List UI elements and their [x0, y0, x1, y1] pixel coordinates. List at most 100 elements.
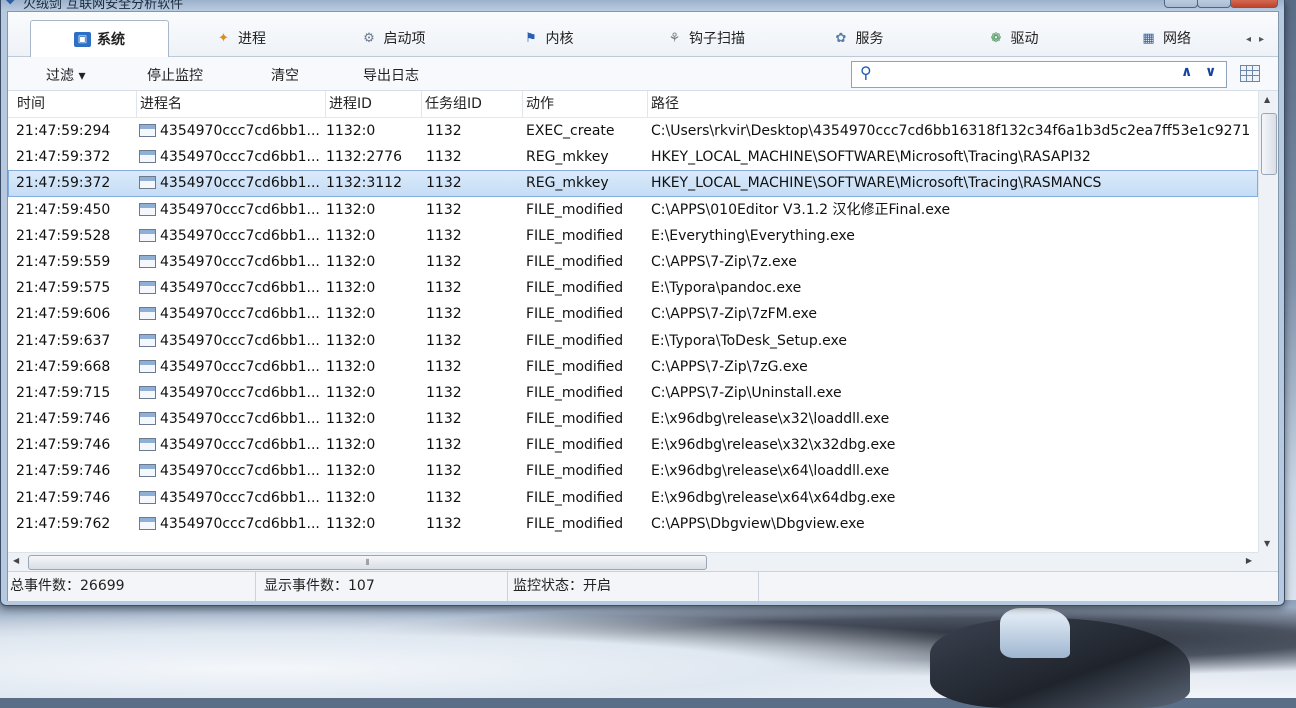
cell-task-group-id: 1132	[426, 275, 522, 301]
cell-pid: 1132:0	[326, 301, 422, 327]
cell-pid-text: 1132:0	[326, 201, 376, 218]
scroll-left-icon[interactable]: ◀	[13, 556, 19, 565]
cell-task-group-id-text: 1132	[426, 358, 462, 375]
shown-events: 显示事件数：107	[264, 572, 508, 601]
tab-bar: ▣ 系统 ✦ 进程 ⚙ 启动项 ⚑ 内核 ⚘ 钩子扫描 ✿ 服务 ❁ 驱动 ▦ …	[8, 12, 1278, 58]
cell-path: C:\APPS\7-Zip\7z.exe	[651, 249, 1258, 275]
cell-task-group-id-text: 1132	[426, 201, 462, 218]
cell-path: E:\Everything\Everything.exe	[651, 223, 1258, 249]
total-events: 总事件数：26699	[10, 572, 256, 601]
cell-pid-text: 1132:0	[326, 437, 376, 454]
process-window-icon	[139, 202, 156, 216]
cell-process-name: 4354970ccc7cd6bb1...	[139, 458, 326, 484]
cell-action: EXEC_create	[526, 118, 648, 144]
cell-time-text: 21:47:59:668	[16, 358, 111, 375]
maximize-button[interactable]	[1197, 0, 1231, 8]
col-pid[interactable]: 进程ID	[326, 91, 422, 117]
table-row[interactable]: 21:47:59:294 4354970ccc7cd6bb1... 1132:0 11…	[8, 118, 1258, 144]
search-prev-icon[interactable]: ∧	[1181, 64, 1192, 80]
tab-hook-scan[interactable]: ⚘ 钩子扫描	[623, 20, 788, 56]
cell-pid-text: 1132:2776	[326, 149, 402, 166]
col-time[interactable]: 时间	[14, 91, 137, 117]
scroll-right-icon[interactable]: ▶	[1246, 556, 1252, 565]
cell-process-name: 4354970ccc7cd6bb1...	[139, 301, 326, 327]
cell-pid-text: 1132:0	[326, 358, 376, 375]
table-row[interactable]: 21:47:59:528 4354970ccc7cd6bb1... 1132:0 11…	[8, 223, 1258, 249]
process-window-icon	[139, 307, 156, 321]
tab-process[interactable]: ✦ 进程	[168, 20, 313, 56]
cell-time: 21:47:59:746	[16, 485, 136, 511]
table-row[interactable]: 21:47:59:637 4354970ccc7cd6bb1... 1132:0 11…	[8, 328, 1258, 354]
minimize-button[interactable]	[1164, 0, 1198, 8]
cell-action: FILE_modified	[526, 432, 648, 458]
horizontal-scrollbar[interactable]: ◀ ⦀ ▶	[8, 552, 1258, 571]
table-row[interactable]: 21:47:59:746 4354970ccc7cd6bb1... 1132:0 11…	[8, 406, 1258, 432]
table-row[interactable]: 21:47:59:762 4354970ccc7cd6bb1... 1132:0 11…	[8, 511, 1258, 537]
table-row[interactable]: 21:47:59:372 4354970ccc7cd6bb1... 1132:311…	[8, 170, 1258, 197]
process-window-icon	[139, 359, 156, 373]
filter-button[interactable]: 过滤 ▾	[46, 65, 85, 85]
cell-time-text: 21:47:59:372	[16, 175, 111, 192]
table-row[interactable]: 21:47:59:746 4354970ccc7cd6bb1... 1132:0 11…	[8, 458, 1258, 484]
process-window-icon	[139, 438, 156, 452]
table-row[interactable]: 21:47:59:668 4354970ccc7cd6bb1... 1132:0 11…	[8, 354, 1258, 380]
col-action[interactable]: 动作	[523, 91, 648, 117]
cell-action-text: FILE_modified	[526, 227, 624, 244]
cell-time-text: 21:47:59:528	[16, 227, 111, 244]
table-row[interactable]: 21:47:59:606 4354970ccc7cd6bb1... 1132:0 11…	[8, 301, 1258, 327]
cell-action: REG_mkkey	[526, 170, 648, 196]
desktop-wallpaper	[0, 600, 1296, 708]
close-button[interactable]	[1230, 0, 1278, 8]
table-row[interactable]: 21:47:59:450 4354970ccc7cd6bb1... 1132:0 11…	[8, 197, 1258, 223]
tab-label: 内核	[545, 31, 574, 47]
table-row[interactable]: 21:47:59:746 4354970ccc7cd6bb1... 1132:0 11…	[8, 432, 1258, 458]
table-row[interactable]: 21:47:59:372 4354970ccc7cd6bb1... 1132:277…	[8, 144, 1258, 170]
tab-system[interactable]: ▣ 系统	[30, 20, 169, 58]
cell-task-group-id-text: 1132	[426, 227, 462, 244]
cell-path-text: E:\x96dbg\release\x64\loaddll.exe	[651, 463, 890, 480]
vertical-scroll-thumb[interactable]	[1261, 113, 1277, 175]
cell-task-group-id: 1132	[426, 249, 522, 275]
cell-task-group-id-text: 1132	[426, 411, 462, 428]
cell-path-text: C:\APPS\7-Zip\7z.exe	[651, 253, 797, 270]
column-settings-icon[interactable]	[1240, 65, 1260, 82]
cell-task-group-id: 1132	[426, 118, 522, 144]
stop-monitor-button[interactable]: 停止监控	[147, 65, 203, 85]
tab-network[interactable]: ▦ 网络	[1098, 20, 1233, 56]
cell-action-text: FILE_modified	[526, 280, 624, 297]
table-row[interactable]: 21:47:59:575 4354970ccc7cd6bb1... 1132:0 11…	[8, 275, 1258, 301]
cell-process-name: 4354970ccc7cd6bb1...	[139, 275, 326, 301]
cell-path: E:\x96dbg\release\x32\x32dbg.exe	[651, 432, 1258, 458]
cell-pid: 1132:3112	[326, 170, 422, 196]
cell-time: 21:47:59:450	[16, 197, 136, 223]
scroll-down-icon[interactable]: ▼	[1264, 539, 1270, 548]
cell-path: C:\APPS\010Editor V3.1.2 汉化修正Final.exe	[651, 197, 1258, 223]
title-bar[interactable]: ◆ 火绒剑 互联网安全分析软件	[1, 0, 1284, 11]
cell-pid-text: 1132:0	[326, 515, 376, 532]
col-process-name[interactable]: 进程名	[137, 91, 326, 117]
cell-task-group-id-text: 1132	[426, 515, 462, 532]
search-box[interactable]: ⚲ ∧ ∨	[851, 61, 1227, 88]
export-log-button[interactable]: 导出日志	[363, 65, 419, 85]
tab-kernel[interactable]: ⚑ 内核	[473, 20, 623, 56]
table-row[interactable]: 21:47:59:559 4354970ccc7cd6bb1... 1132:0 11…	[8, 249, 1258, 275]
cell-process-name-text: 4354970ccc7cd6bb1...	[160, 463, 320, 480]
cell-action-text: FILE_modified	[526, 463, 624, 480]
table-row[interactable]: 21:47:59:746 4354970ccc7cd6bb1... 1132:0 11…	[8, 485, 1258, 511]
horizontal-scroll-thumb[interactable]: ⦀	[28, 555, 707, 570]
tab-startup[interactable]: ⚙ 启动项	[313, 20, 473, 56]
table-row[interactable]: 21:47:59:715 4354970ccc7cd6bb1... 1132:0 11…	[8, 380, 1258, 406]
tab-service[interactable]: ✿ 服务	[788, 20, 928, 56]
cell-time: 21:47:59:762	[16, 511, 136, 537]
vertical-scrollbar[interactable]: ▲ ▼	[1258, 91, 1278, 552]
col-path[interactable]: 路径	[648, 91, 1258, 117]
cell-action-text: REG_mkkey	[526, 149, 609, 166]
col-task-group-id[interactable]: 任务组ID	[422, 91, 523, 117]
cell-path: C:\Users\rkvir\Desktop\4354970ccc7cd6bb1…	[651, 118, 1258, 144]
scroll-up-icon[interactable]: ▲	[1264, 95, 1270, 104]
tab-driver[interactable]: ❁ 驱动	[928, 20, 1098, 56]
cell-time-text: 21:47:59:575	[16, 280, 111, 297]
tab-scroll-arrows[interactable]: ◂▸	[1246, 34, 1272, 45]
clear-button[interactable]: 清空	[271, 65, 299, 85]
search-next-icon[interactable]: ∨	[1205, 64, 1216, 80]
